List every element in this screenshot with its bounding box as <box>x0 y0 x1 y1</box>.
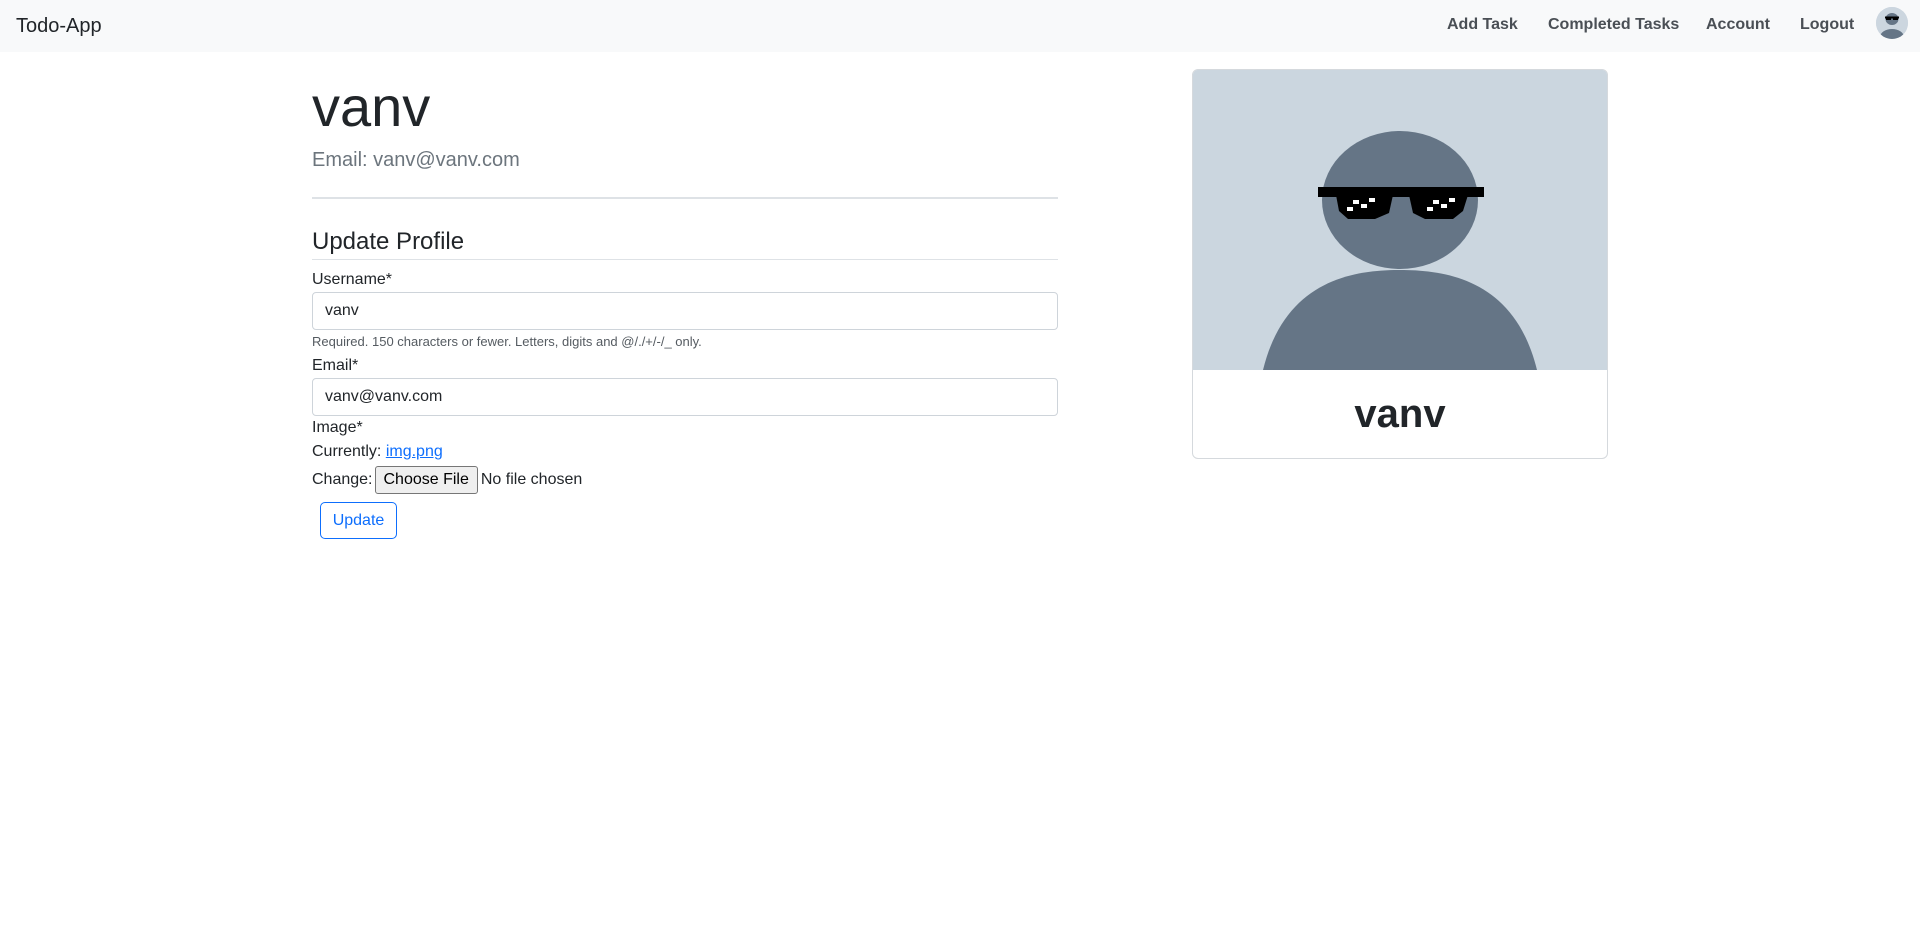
email-label: Email* <box>312 357 359 374</box>
profile-username-heading: vanv <box>312 75 431 138</box>
change-image-row: Change: Choose File No file chosen <box>312 466 582 494</box>
update-profile-title: Update Profile <box>312 228 465 255</box>
username-help-text: Required. 150 characters or fewer. Lette… <box>312 334 702 349</box>
choose-file-button[interactable]: Choose File <box>374 466 478 494</box>
profile-email-text: Email: vanv@vanv.com <box>312 149 520 171</box>
current-image-link[interactable]: img.png <box>386 443 443 460</box>
change-label: Change: <box>312 471 373 489</box>
username-label: Username* <box>312 271 393 288</box>
no-file-chosen-text: No file chosen <box>480 471 583 489</box>
nav-completed-tasks[interactable]: Completed Tasks <box>1548 15 1679 35</box>
nav-add-task[interactable]: Add Task <box>1447 15 1518 35</box>
current-image-row: Currently: img.png <box>312 442 443 462</box>
card-username: vanv <box>1354 392 1446 436</box>
username-input[interactable] <box>312 292 1058 330</box>
image-label: Image* <box>312 419 363 436</box>
avatar-sunglasses-icon <box>1193 70 1607 370</box>
legend-divider <box>312 259 1058 260</box>
profile-card: vanv <box>1192 69 1608 459</box>
section-divider <box>312 197 1058 199</box>
nav-logout[interactable]: Logout <box>1800 15 1854 35</box>
nav-account[interactable]: Account <box>1706 15 1770 35</box>
brand-link[interactable]: Todo-App <box>16 13 102 39</box>
email-input[interactable] <box>312 378 1058 416</box>
navbar: Todo-App Add Task Completed Tasks Accoun… <box>0 0 1920 52</box>
user-avatar-icon[interactable] <box>1876 7 1908 39</box>
currently-label: Currently: <box>312 443 382 460</box>
update-button[interactable]: Update <box>320 502 397 539</box>
